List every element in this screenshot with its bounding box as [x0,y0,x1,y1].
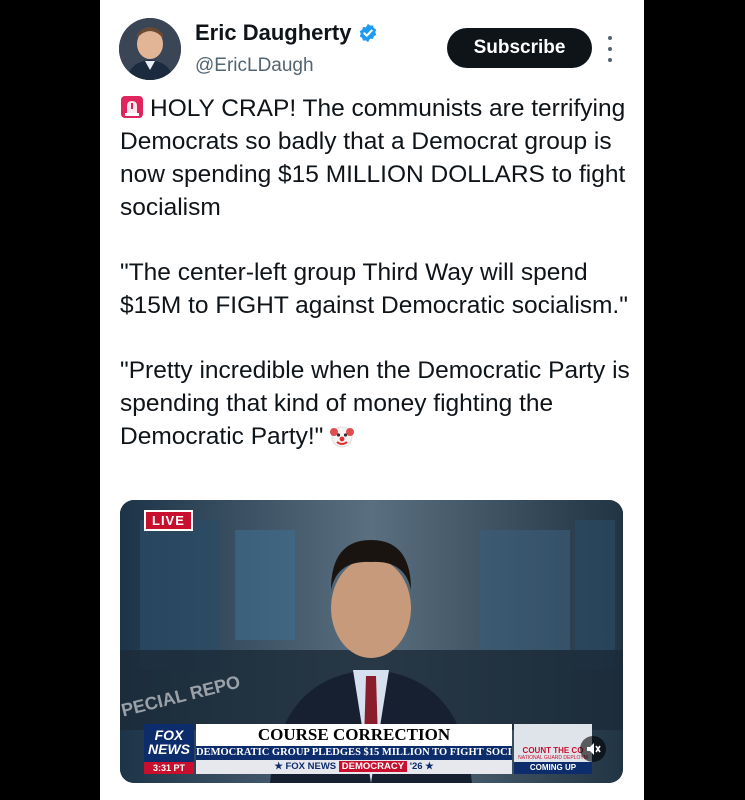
author-name[interactable]: Eric Daugherty [195,20,352,46]
live-badge: LIVE [144,510,193,531]
verified-badge-icon [359,23,376,43]
chyron-headline: COURSE CORRECTION [196,724,512,746]
author-name-row[interactable]: Eric Daugherty [195,20,378,46]
tweet-card: Eric Daugherty @EricLDaugh Subscribe HOL… [100,0,644,800]
coming-up-label: COMING UP [514,762,592,774]
mute-icon[interactable] [580,736,606,762]
subscribe-button[interactable]: Subscribe [447,28,592,68]
tweet-paragraph-3: "Pretty incredible when the Democratic P… [120,354,630,453]
author-handle[interactable]: @EricLDaugh [195,55,314,77]
chyron-subheadline: DEMOCRATIC GROUP PLEDGES $15 MILLION TO … [196,746,512,760]
tweet-paragraph-1: HOLY CRAP! The communists are terrifying… [120,92,630,224]
tweet-paragraph-2: "The center-left group Third Way will sp… [120,259,628,319]
video-embed[interactable]: PECIAL REPO LIVE FOX NEWS 3:31 PT COURSE… [120,500,623,783]
broadcast-time: 3:31 PT [144,762,194,774]
ticker-year: '26 [409,761,423,772]
ticker-segment: DEMOCRACY [338,761,408,772]
tweet-text: HOLY CRAP! The communists are terrifying… [120,92,630,485]
ticker-brand: FOX NEWS [285,761,337,772]
avatar[interactable] [119,18,181,80]
chyron-ticker: ★ FOX NEWS DEMOCRACY '26 ★ [196,760,512,774]
more-options-icon[interactable] [600,36,620,62]
tweet-paragraph-3-text: "Pretty incredible when the Democratic P… [120,357,630,450]
tweet-paragraph-1-text: HOLY CRAP! The communists are terrifying… [120,95,626,221]
rotating-light-icon [121,96,143,118]
count-subtitle: NATIONAL GUARD DEPLOYM [518,755,588,761]
clown-face-icon [330,426,355,448]
